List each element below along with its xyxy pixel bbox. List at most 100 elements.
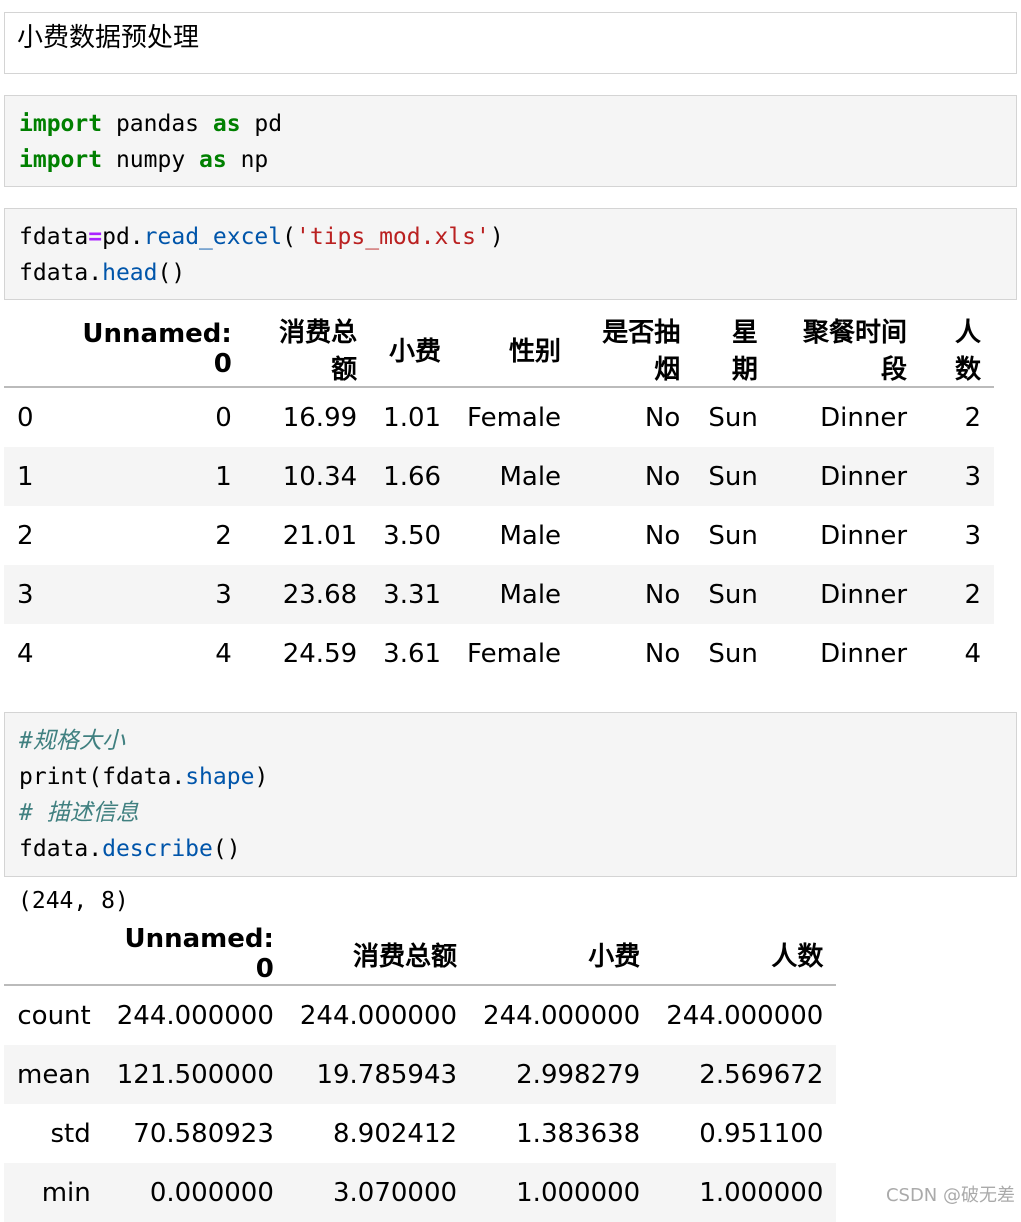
- code-cell-imports[interactable]: import pandas as pd import numpy as np: [4, 95, 1017, 187]
- table-cell: 1.383638: [516, 1118, 641, 1149]
- keyword-import: import: [19, 111, 103, 137]
- table-cell: 2: [920, 565, 994, 624]
- column-header: Unnamed: 0: [103, 924, 287, 986]
- table-row: min 0.000000 3.070000 1.000000 1.000000: [4, 1163, 837, 1222]
- variable: fdata: [19, 224, 89, 250]
- table-cell: No: [574, 565, 694, 624]
- table-cell: Sun: [708, 520, 758, 551]
- object-ref: fdata.: [19, 836, 103, 862]
- object-ref: pd.: [102, 224, 144, 250]
- table-cell: 2: [964, 402, 981, 433]
- code-cell-read-excel[interactable]: fdata=pd.read_excel('tips_mod.xls') fdata…: [4, 208, 1017, 300]
- table-cell: 1.000000: [653, 1163, 837, 1222]
- row-index: min: [4, 1163, 104, 1222]
- code-comment: #规格大小: [19, 728, 125, 754]
- code-line: import numpy as np: [19, 142, 1002, 178]
- function-name: head: [102, 260, 158, 286]
- code-line: fdata.head(): [19, 255, 1002, 291]
- function-name: read_excel: [143, 224, 283, 250]
- table-row: 2 2 21.01 3.50 Male No Sun Dinner 3: [4, 506, 994, 565]
- builtin-print: print(: [19, 764, 103, 790]
- table-cell: Female: [467, 402, 562, 433]
- table-cell: 2.998279: [470, 1045, 654, 1104]
- table-cell: 0.000000: [103, 1163, 287, 1222]
- table-cell: 10.34: [244, 447, 371, 506]
- table-cell: Dinner: [820, 638, 908, 669]
- table-cell: 3.070000: [286, 1163, 471, 1222]
- markdown-heading: 小费数据预处理: [17, 23, 200, 53]
- table-cell: 1.01: [383, 402, 442, 433]
- object-ref: fdata.: [19, 260, 103, 286]
- table-header-row: Unnamed: 0 消费总额 小费 人数: [4, 924, 837, 986]
- table-cell: Dinner: [770, 447, 921, 506]
- paren: ): [489, 224, 504, 250]
- table-cell: Male: [454, 447, 575, 506]
- row-index: 4: [17, 638, 34, 669]
- code-line: print(fdata.shape): [19, 759, 1002, 795]
- table-row: 4 4 24.59 3.61 Female No Sun Dinner 4: [4, 624, 994, 683]
- keyword-import: import: [19, 147, 103, 173]
- table-cell: No: [644, 402, 681, 433]
- function-name: describe: [102, 836, 213, 862]
- alias-name: pd: [240, 111, 283, 137]
- column-header: Unnamed: 0: [46, 312, 245, 388]
- table-cell: 121.500000: [103, 1045, 287, 1104]
- attribute-name: shape: [185, 764, 255, 790]
- paren: (): [212, 836, 241, 862]
- row-index: mean: [4, 1045, 104, 1104]
- column-header: 消费总额: [286, 924, 471, 986]
- table-cell: Male: [499, 520, 562, 551]
- table-cell: Dinner: [820, 520, 908, 551]
- column-header: 星期: [693, 312, 771, 388]
- keyword-as: as: [212, 111, 241, 137]
- stdout-output: (244, 8): [18, 888, 129, 914]
- string-literal: 'tips_mod.xls': [296, 224, 490, 250]
- table-cell: 21.01: [282, 520, 358, 551]
- table-cell: 3.61: [383, 638, 442, 669]
- table-cell: 1: [46, 447, 245, 506]
- keyword-as: as: [199, 147, 227, 173]
- table-cell: Sun: [708, 402, 758, 433]
- module-name: numpy: [102, 147, 200, 173]
- code-comment: # 描述信息: [19, 800, 139, 826]
- table-cell: 244.000000: [299, 1000, 458, 1031]
- table-cell: Dinner: [820, 402, 908, 433]
- table-cell: 70.580923: [133, 1118, 274, 1149]
- column-header: 是否抽烟: [574, 312, 694, 388]
- row-index: count: [17, 1000, 91, 1031]
- alias-name: np: [226, 147, 269, 173]
- code-cell-describe[interactable]: #规格大小 print(fdata.shape) # 描述信息 fdata.descr…: [4, 712, 1017, 877]
- row-index: 0: [17, 402, 34, 433]
- table-cell: 16.99: [282, 402, 358, 433]
- table-cell: Sun: [693, 565, 771, 624]
- operator: =: [88, 224, 103, 250]
- table-cell: 244.000000: [666, 1000, 824, 1031]
- table-row: 1 1 10.34 1.66 Male No Sun Dinner 3: [4, 447, 994, 506]
- row-index: 1: [4, 447, 47, 506]
- table-cell: 24.59: [282, 638, 358, 669]
- table-cell: 4: [964, 638, 981, 669]
- watermark: CSDN @破无差: [885, 1185, 1015, 1206]
- column-header: 人数: [653, 924, 837, 986]
- markdown-cell[interactable]: 小费数据预处理: [4, 12, 1017, 74]
- table-cell: 3: [920, 447, 994, 506]
- paren: (): [157, 260, 186, 286]
- code-line: fdata.describe(): [19, 831, 1002, 867]
- table-cell: 2: [215, 520, 232, 551]
- table-row: std 70.580923 8.902412 1.383638 0.951100: [4, 1104, 836, 1163]
- column-header: 人数: [920, 312, 994, 388]
- table-cell: 8.902412: [332, 1118, 458, 1149]
- table-header-row: Unnamed: 0 消费总额 小费 性别 是否抽烟 星期 聚餐时间段 人数: [4, 312, 994, 388]
- table-cell: 23.68: [244, 565, 371, 624]
- table-cell: Sun: [708, 638, 758, 669]
- table-cell: 0.951100: [699, 1118, 824, 1149]
- module-name: pandas: [102, 111, 213, 137]
- row-index: 3: [4, 565, 47, 624]
- paren: (: [282, 224, 296, 250]
- column-header: 性别: [454, 312, 575, 388]
- table-row: 0 0 16.99 1.01 Female No Sun Dinner 2: [4, 387, 994, 447]
- table-cell: 1.000000: [470, 1163, 654, 1222]
- table-cell: 1.66: [370, 447, 455, 506]
- column-header: [4, 924, 104, 986]
- code-line: fdata=pd.read_excel('tips_mod.xls'): [19, 219, 1002, 255]
